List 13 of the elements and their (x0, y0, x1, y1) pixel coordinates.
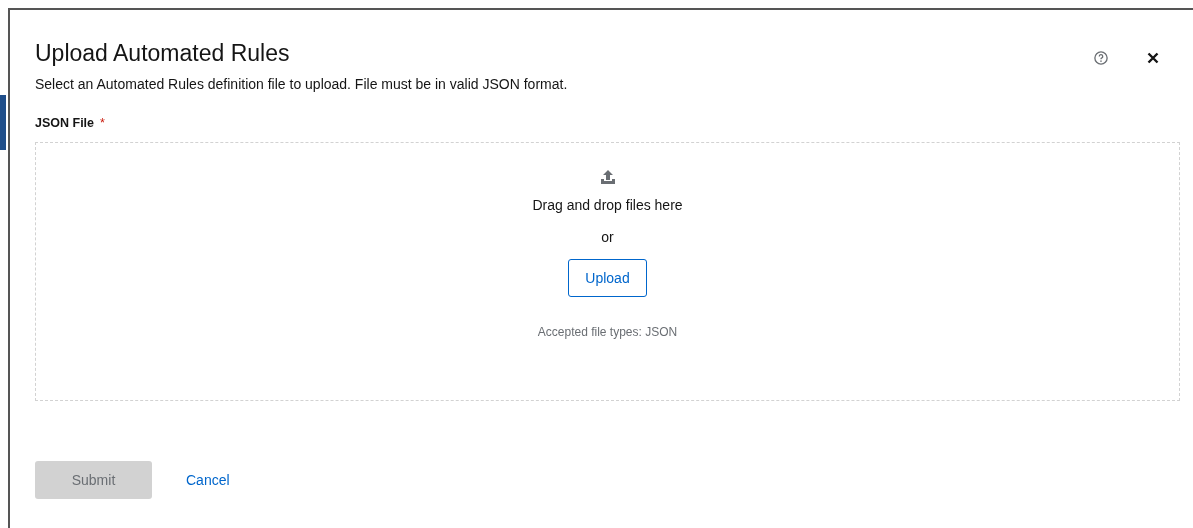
accepted-types-hint: Accepted file types: JSON (537, 325, 678, 339)
dropzone-separator: or (601, 229, 614, 245)
upload-button[interactable]: Upload (568, 259, 647, 297)
file-dropzone[interactable]: Drag and drop files here or Upload Accepted file types: JSON (35, 142, 1180, 401)
modal-title: Upload Automated Rules (35, 39, 291, 68)
upload-icon (599, 169, 616, 185)
modal-description: Select an Automated Rules definition file to upload. File must be in valid JSON format. (35, 76, 569, 92)
required-mark: * (100, 116, 105, 130)
help-icon[interactable] (1091, 48, 1111, 68)
field-label: JSON File (35, 116, 95, 130)
cancel-link[interactable]: Cancel (162, 461, 254, 499)
dropzone-prompt: Drag and drop files here (532, 197, 683, 213)
sidebar-edge (0, 95, 6, 150)
